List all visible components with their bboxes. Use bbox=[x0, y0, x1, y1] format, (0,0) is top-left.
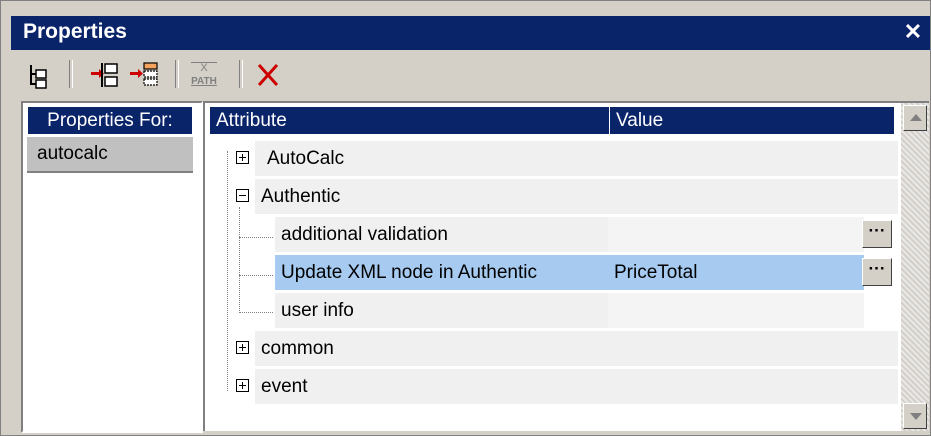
value-cell[interactable] bbox=[608, 293, 864, 328]
row-background bbox=[255, 369, 898, 404]
value-cell[interactable] bbox=[608, 217, 864, 252]
property-label: user info bbox=[281, 300, 354, 321]
property-row-user-info[interactable]: user info bbox=[219, 293, 898, 328]
append-icon[interactable] bbox=[127, 59, 161, 91]
property-row-autocalc[interactable]: AutoCalc bbox=[219, 141, 898, 176]
property-label: AutoCalc bbox=[267, 148, 345, 169]
browse-button[interactable]: ··· bbox=[862, 258, 892, 286]
xpath-icon[interactable]: X PATH bbox=[187, 59, 221, 91]
toolbar-separator bbox=[69, 60, 73, 88]
toolbar-separator bbox=[239, 60, 243, 88]
property-label: additional validation bbox=[281, 224, 448, 245]
collapse-icon[interactable] bbox=[236, 189, 249, 202]
chevron-up-icon bbox=[910, 114, 922, 121]
property-label: common bbox=[261, 338, 334, 359]
property-row-event[interactable]: event bbox=[219, 369, 898, 404]
row-background bbox=[255, 179, 898, 214]
properties-grid: Attribute Value AutoCalc Authentic addit… bbox=[203, 101, 929, 431]
chevron-down-icon bbox=[910, 413, 922, 420]
delete-icon[interactable] bbox=[251, 59, 285, 91]
row-background bbox=[255, 331, 898, 366]
toolbar-separator bbox=[175, 60, 179, 88]
scroll-down-button[interactable] bbox=[903, 403, 927, 429]
property-label: Update XML node in Authentic bbox=[281, 262, 537, 283]
expand-icon[interactable] bbox=[236, 341, 249, 354]
insert-before-icon[interactable] bbox=[87, 59, 121, 91]
property-row-update-xml-node[interactable]: Update XML node in Authentic PriceTotal … bbox=[219, 255, 898, 290]
property-row-common[interactable]: common bbox=[219, 331, 898, 366]
browse-button[interactable]: ··· bbox=[862, 220, 892, 248]
vertical-scrollbar[interactable] bbox=[901, 103, 929, 431]
element-tree-icon[interactable] bbox=[21, 59, 55, 91]
xpath-icon-top: X bbox=[191, 62, 217, 74]
expand-icon[interactable] bbox=[236, 379, 249, 392]
row-background bbox=[255, 141, 898, 176]
close-icon[interactable]: ✕ bbox=[900, 18, 926, 46]
title-bar: Properties ✕ bbox=[11, 16, 930, 50]
property-row-authentic[interactable]: Authentic bbox=[219, 179, 898, 214]
window-title: Properties bbox=[23, 20, 127, 43]
scroll-up-button[interactable] bbox=[903, 105, 927, 131]
properties-window: Properties ✕ X PATH Properties For: auto… bbox=[0, 0, 931, 436]
properties-for-header: Properties For: bbox=[27, 106, 193, 135]
property-label: Authentic bbox=[261, 186, 341, 207]
properties-for-item[interactable]: autocalc bbox=[27, 137, 193, 173]
property-value: PriceTotal bbox=[614, 262, 698, 283]
expand-icon[interactable] bbox=[236, 151, 249, 164]
property-label: event bbox=[261, 376, 308, 397]
properties-for-panel: Properties For: autocalc bbox=[21, 101, 203, 433]
attribute-column-header[interactable]: Attribute bbox=[209, 106, 611, 135]
toolbar: X PATH bbox=[11, 51, 930, 97]
property-row-additional-validation[interactable]: additional validation ··· bbox=[219, 217, 898, 252]
value-column-header[interactable]: Value bbox=[609, 106, 895, 135]
xpath-icon-bottom: PATH bbox=[191, 76, 217, 87]
